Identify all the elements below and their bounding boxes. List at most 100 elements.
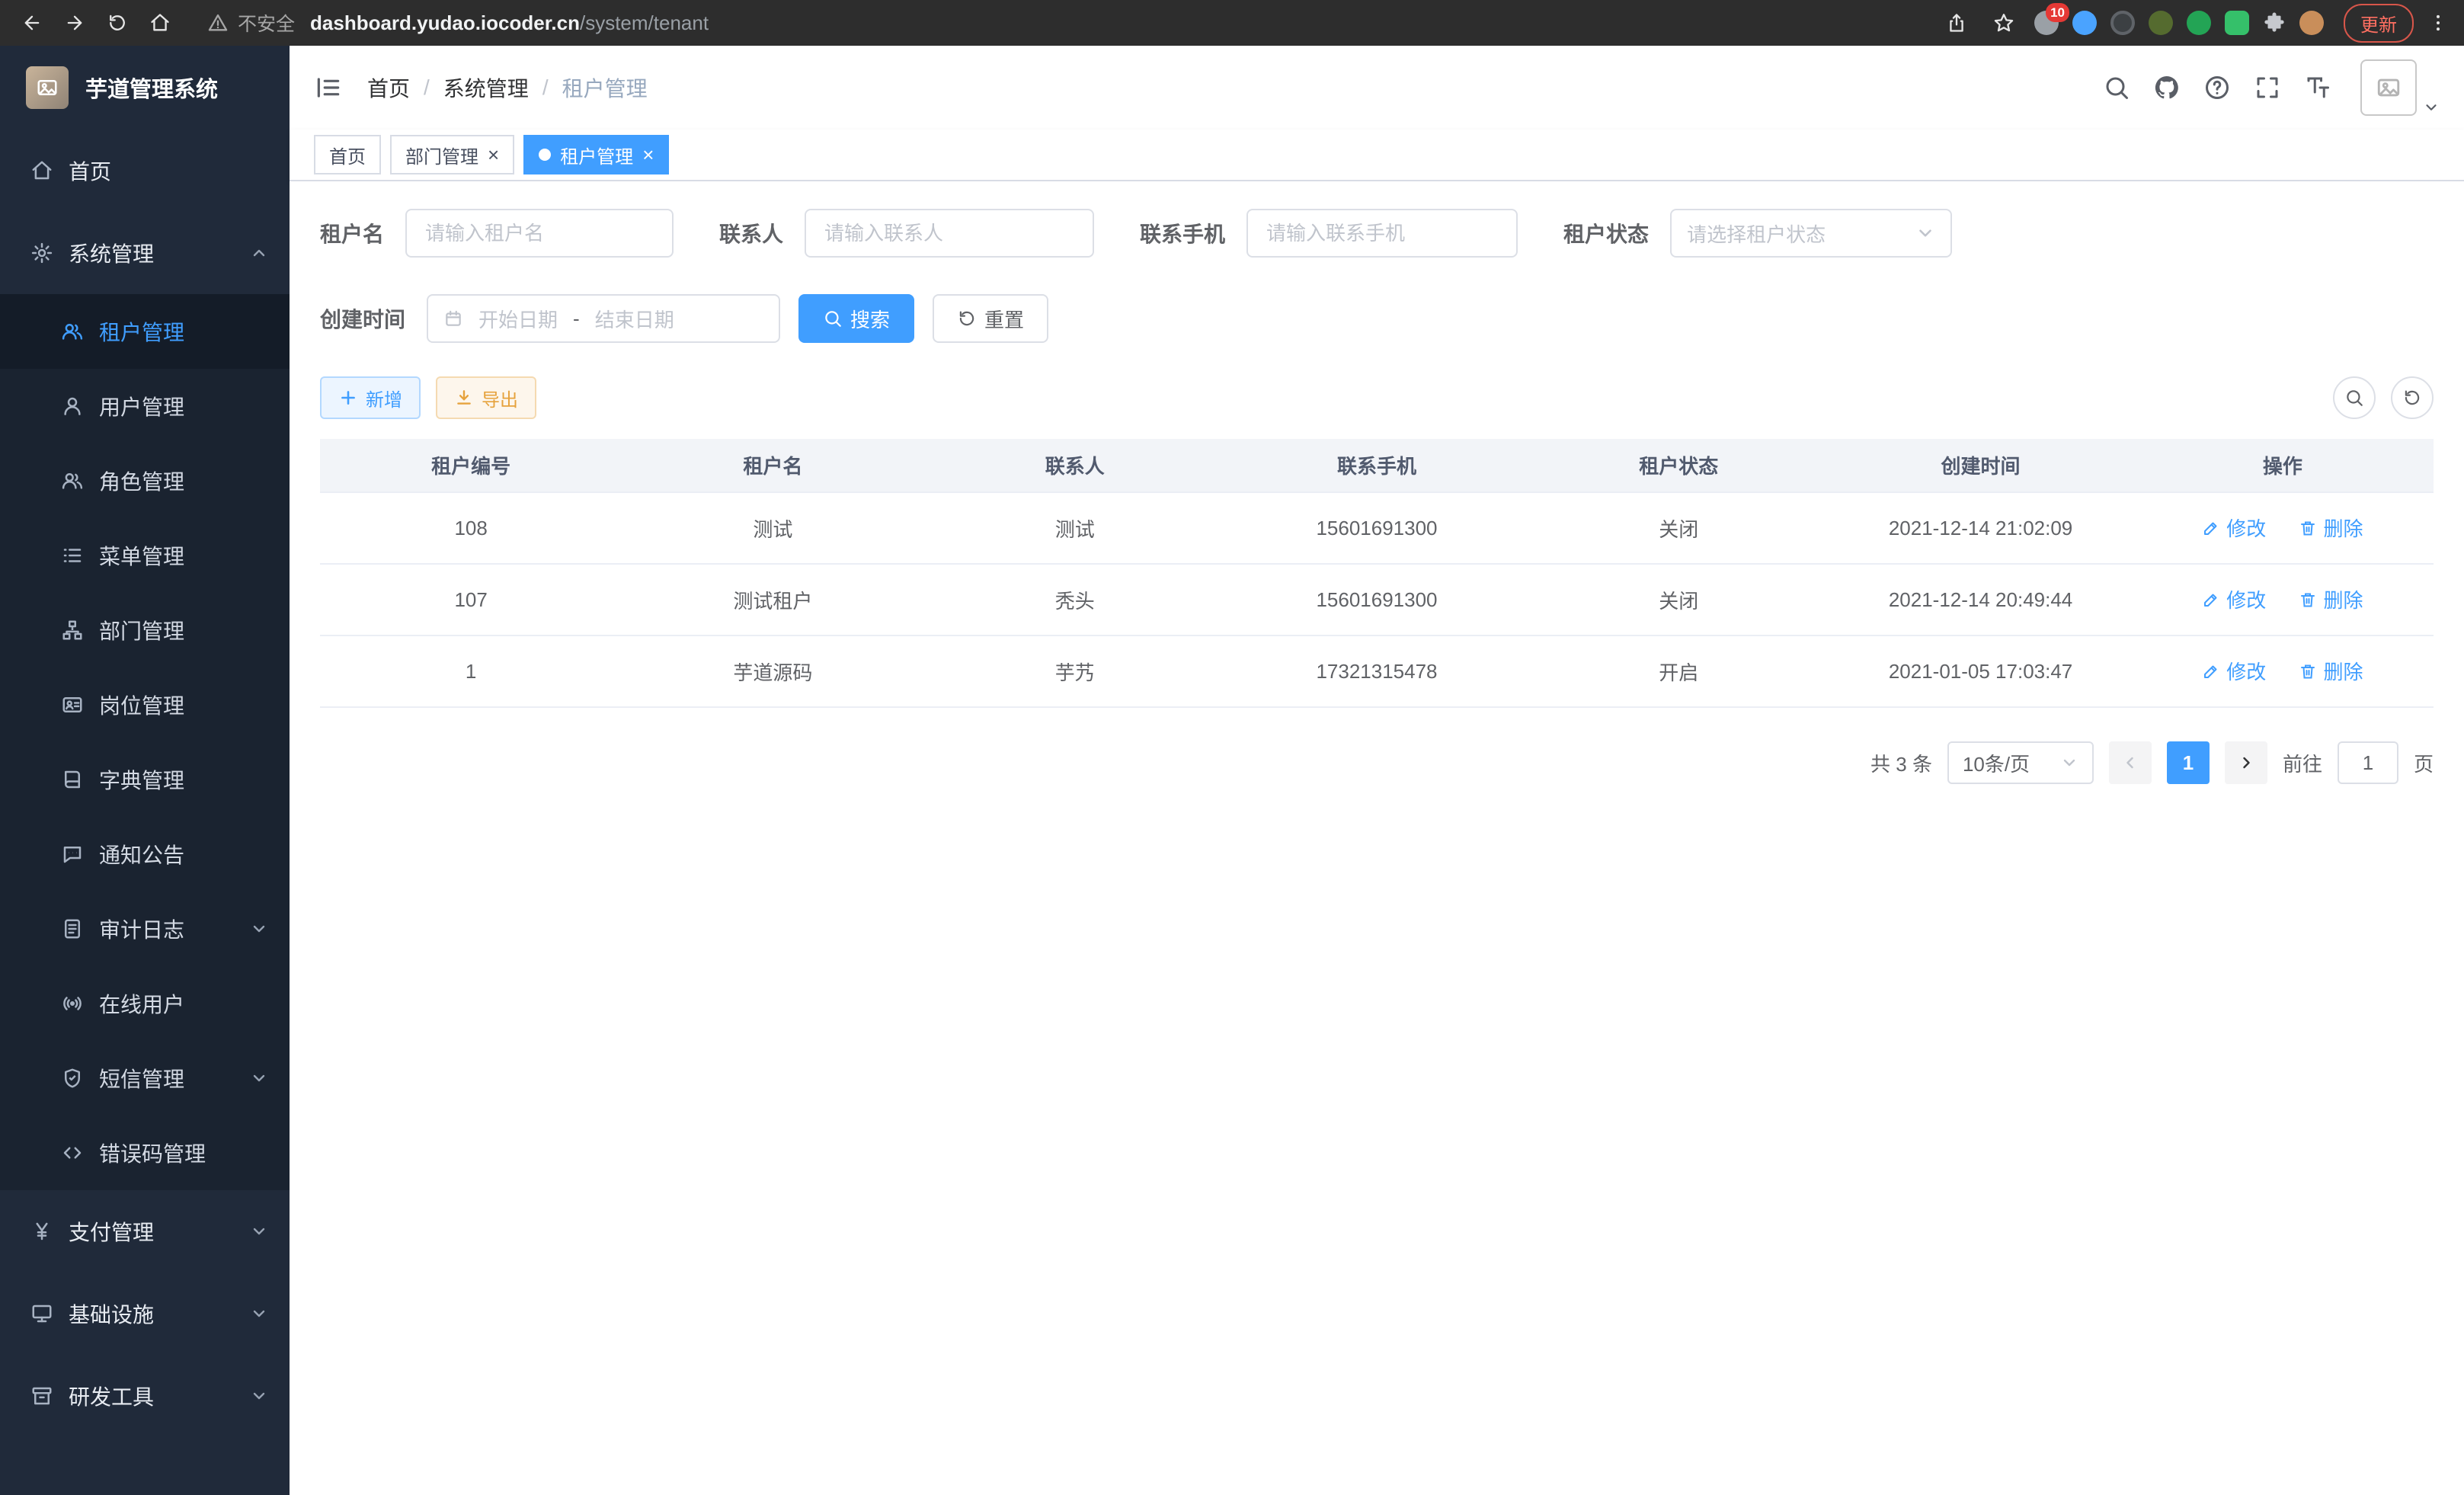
fullscreen-icon[interactable] bbox=[2254, 74, 2281, 101]
search-icon[interactable] bbox=[2103, 74, 2130, 101]
sidebar: 芋道管理系统 首页 系统管理 租户管理 用户管理 bbox=[0, 46, 290, 1495]
breadcrumb-home[interactable]: 首页 bbox=[367, 72, 410, 103]
create-time-label: 创建时间 bbox=[320, 303, 405, 334]
edit-pencil-icon bbox=[2202, 519, 2220, 537]
sidebar-item-roles[interactable]: 角色管理 bbox=[0, 443, 290, 518]
contact-input[interactable] bbox=[805, 209, 1094, 258]
page-size-select[interactable]: 10条/页 bbox=[1947, 741, 2094, 784]
browser-profile-avatar[interactable] bbox=[2299, 11, 2324, 35]
table-header: 租户编号 租户名 联系人 联系手机 租户状态 创建时间 操作 bbox=[320, 439, 2434, 492]
user-icon bbox=[61, 395, 84, 418]
breadcrumb-system[interactable]: 系统管理 bbox=[443, 72, 529, 103]
sidebar-item-label: 通知公告 bbox=[99, 839, 184, 869]
extension-icon[interactable] bbox=[2149, 11, 2173, 35]
sidebar-item-menus[interactable]: 菜单管理 bbox=[0, 518, 290, 593]
page-size-value: 10条/页 bbox=[1963, 749, 2030, 777]
delete-link[interactable]: 删除 bbox=[2299, 657, 2363, 685]
chevron-down-icon bbox=[2423, 99, 2440, 116]
page-content: 租户名 联系人 联系手机 租户状态 请选择租户状态 bbox=[290, 181, 2464, 1495]
sidebar-collapse-button[interactable] bbox=[314, 73, 343, 102]
edit-link-label: 修改 bbox=[2226, 657, 2266, 685]
reset-button[interactable]: 重置 bbox=[933, 294, 1048, 343]
sidebar-item-departments[interactable]: 部门管理 bbox=[0, 593, 290, 667]
phone-input[interactable] bbox=[1246, 209, 1518, 258]
sidebar-item-audit-log[interactable]: 审计日志 bbox=[0, 892, 290, 966]
sidebar-item-home[interactable]: 首页 bbox=[0, 130, 290, 212]
share-button[interactable] bbox=[1940, 6, 1973, 40]
sidebar-item-tenant[interactable]: 租户管理 bbox=[0, 294, 290, 369]
browser-menu-button[interactable] bbox=[2427, 12, 2449, 34]
export-button[interactable]: 导出 bbox=[436, 376, 536, 419]
sidebar-item-system[interactable]: 系统管理 bbox=[0, 212, 290, 294]
sidebar-item-online-users[interactable]: 在线用户 bbox=[0, 966, 290, 1041]
browser-back-button[interactable] bbox=[15, 6, 49, 40]
font-size-icon[interactable] bbox=[2304, 74, 2331, 101]
extension-icon[interactable] bbox=[2187, 11, 2211, 35]
tenant-name-input[interactable] bbox=[405, 209, 674, 258]
delete-link[interactable]: 删除 bbox=[2299, 585, 2363, 613]
browser-forward-button[interactable] bbox=[58, 6, 91, 40]
edit-link[interactable]: 修改 bbox=[2202, 585, 2266, 613]
edit-link[interactable]: 修改 bbox=[2202, 657, 2266, 685]
delete-link[interactable]: 删除 bbox=[2299, 514, 2363, 542]
home-icon bbox=[149, 12, 171, 34]
add-button[interactable]: 新增 bbox=[320, 376, 421, 419]
tab-departments[interactable]: 部门管理 × bbox=[390, 135, 514, 174]
sidebar-item-payment[interactable]: 支付管理 bbox=[0, 1190, 290, 1273]
sidebar-item-dictionary[interactable]: 字典管理 bbox=[0, 742, 290, 817]
browser-update-button[interactable]: 更新 bbox=[2344, 4, 2414, 43]
filter-row-1: 租户名 联系人 联系手机 租户状态 请选择租户状态 bbox=[320, 209, 2434, 258]
people-icon bbox=[61, 320, 84, 343]
date-end-placeholder: 结束日期 bbox=[595, 305, 674, 333]
extension-icon[interactable] bbox=[2225, 11, 2249, 35]
sidebar-item-label: 首页 bbox=[69, 155, 111, 186]
trash-icon bbox=[2299, 519, 2317, 537]
goto-page-input[interactable] bbox=[2338, 741, 2398, 784]
toolbox-icon bbox=[30, 1385, 53, 1407]
date-range-picker[interactable]: 开始日期 - 结束日期 bbox=[427, 294, 780, 343]
user-menu[interactable] bbox=[2360, 59, 2440, 116]
code-icon bbox=[61, 1141, 84, 1164]
cell-created: 2021-01-05 17:03:47 bbox=[1829, 635, 2131, 707]
contact-label: 联系人 bbox=[719, 218, 783, 248]
site-security-indicator[interactable]: 不安全 bbox=[207, 9, 295, 37]
cell-contact: 秃头 bbox=[924, 564, 1226, 635]
sidebar-item-sms[interactable]: 短信管理 bbox=[0, 1041, 290, 1116]
sidebar-item-notices[interactable]: 通知公告 bbox=[0, 817, 290, 892]
extension-icon[interactable]: 10 bbox=[2034, 11, 2059, 35]
extensions-puzzle-icon[interactable] bbox=[2263, 11, 2286, 34]
close-icon[interactable]: × bbox=[642, 145, 654, 165]
search-icon bbox=[823, 309, 843, 328]
current-page-button[interactable]: 1 bbox=[2167, 741, 2210, 784]
close-icon[interactable]: × bbox=[488, 145, 499, 165]
edit-link[interactable]: 修改 bbox=[2202, 514, 2266, 542]
status-select[interactable]: 请选择租户状态 bbox=[1670, 209, 1952, 258]
sidebar-item-error-codes[interactable]: 错误码管理 bbox=[0, 1116, 290, 1190]
browser-home-button[interactable] bbox=[143, 6, 177, 40]
breadcrumb-separator: / bbox=[542, 75, 549, 100]
breadcrumb: 首页 / 系统管理 / 租户管理 bbox=[367, 72, 648, 103]
sidebar-item-dev-tools[interactable]: 研发工具 bbox=[0, 1355, 290, 1437]
search-button[interactable]: 搜索 bbox=[798, 294, 914, 343]
sidebar-item-infrastructure[interactable]: 基础设施 bbox=[0, 1273, 290, 1355]
bookmark-button[interactable] bbox=[1987, 6, 2021, 40]
browser-reload-button[interactable] bbox=[101, 6, 134, 40]
sidebar-menu: 首页 系统管理 租户管理 用户管理 角色管理 bbox=[0, 130, 290, 1437]
sidebar-item-users[interactable]: 用户管理 bbox=[0, 369, 290, 443]
app-shell: 芋道管理系统 首页 系统管理 租户管理 用户管理 bbox=[0, 46, 2464, 1495]
tab-home[interactable]: 首页 bbox=[314, 135, 381, 174]
tab-label: 部门管理 bbox=[405, 142, 478, 168]
extension-icon[interactable] bbox=[2072, 11, 2097, 35]
tab-tenant[interactable]: 租户管理 × bbox=[523, 135, 669, 174]
address-bar[interactable]: dashboard.yudao.iocoder.cn/system/tenant bbox=[310, 11, 1931, 35]
status-placeholder: 请选择租户状态 bbox=[1687, 219, 1826, 248]
help-icon[interactable] bbox=[2203, 74, 2231, 101]
refresh-table-button[interactable] bbox=[2391, 376, 2434, 419]
extension-icon[interactable] bbox=[2110, 11, 2135, 35]
github-icon[interactable] bbox=[2153, 74, 2181, 101]
prev-page-button[interactable] bbox=[2109, 741, 2152, 784]
next-page-button[interactable] bbox=[2225, 741, 2267, 784]
browser-window: 不安全 dashboard.yudao.iocoder.cn/system/te… bbox=[0, 0, 2464, 1495]
sidebar-item-posts[interactable]: 岗位管理 bbox=[0, 667, 290, 742]
show-search-button[interactable] bbox=[2333, 376, 2376, 419]
